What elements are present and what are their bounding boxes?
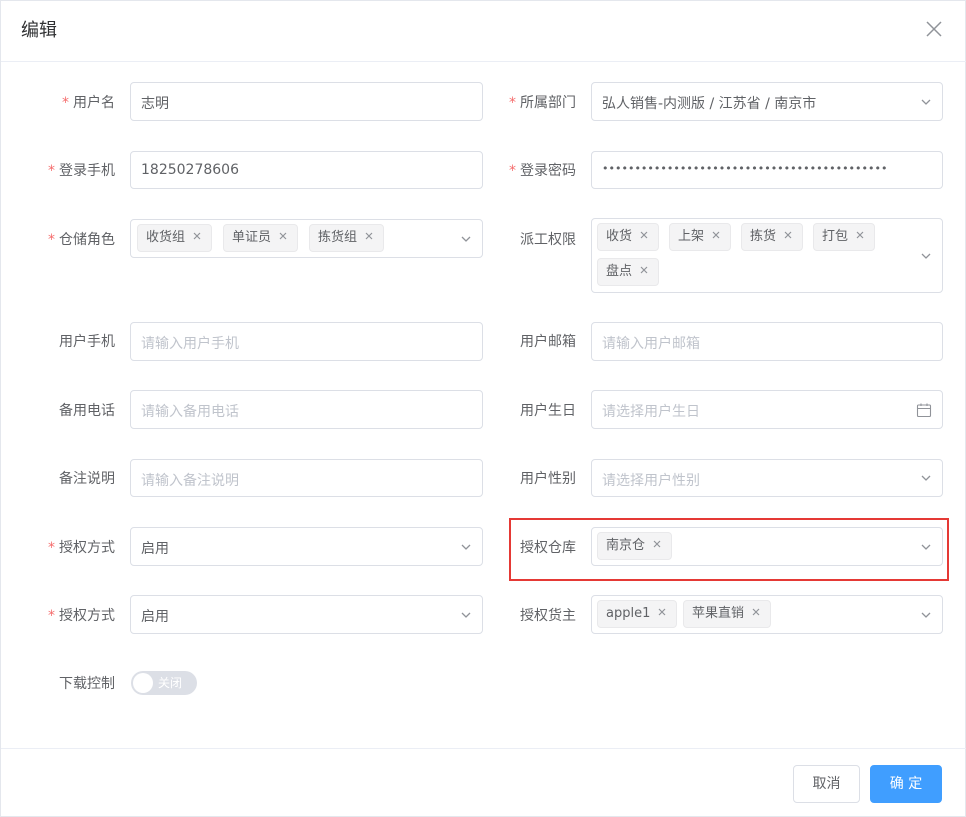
required-asterisk: * (509, 163, 516, 179)
dispatch-permissions-select[interactable]: 收货 上架 拣货 打包 盘点 (591, 218, 943, 293)
auth-mode-select-2[interactable]: 启用 (130, 595, 483, 634)
tag-close-icon[interactable] (710, 229, 722, 241)
tag-close-icon[interactable] (638, 229, 650, 241)
auth-warehouse-label: 授权仓库 (520, 540, 576, 556)
warehouse-tag: 南京仓 (597, 532, 673, 560)
tag-close-icon[interactable] (750, 606, 762, 618)
auth-warehouse-select[interactable]: 南京仓 (591, 527, 943, 566)
switch-text: 关闭 (158, 676, 183, 690)
birthday-picker[interactable]: 请选择用户生日 (591, 390, 943, 429)
calendar-icon (916, 403, 932, 417)
username-input[interactable]: 志明 (130, 82, 483, 121)
tag-close-icon[interactable] (656, 606, 668, 618)
auth-mode-label-2: * 授权方式 (48, 608, 115, 624)
chevron-down-icon (461, 544, 471, 550)
auth-owner-label: 授权货主 (520, 608, 576, 624)
download-control-label: 下载控制 (59, 676, 115, 692)
remark-label: 备注说明 (59, 471, 115, 487)
required-asterisk: * (48, 540, 55, 556)
user-phone-label: 用户手机 (59, 334, 115, 350)
auth-mode-label: * 授权方式 (48, 540, 115, 556)
username-value: 志明 (141, 96, 169, 112)
backup-phone-input[interactable]: 请输入备用电话 (130, 390, 483, 429)
department-label: * 所属部门 (509, 95, 576, 111)
login-password-input[interactable]: ••••••••••••••••••••••••••••••••••••••••… (591, 151, 943, 189)
warehouse-roles-label: * 仓储角色 (48, 232, 115, 248)
chevron-down-icon (921, 475, 931, 481)
department-select[interactable]: 弘人销售-内测版 / 江苏省 / 南京市 (591, 82, 943, 121)
chevron-down-icon (921, 99, 931, 105)
gender-label: 用户性别 (520, 471, 576, 487)
backup-phone-label: 备用电话 (59, 403, 115, 419)
login-phone-label: * 登录手机 (48, 163, 115, 179)
required-asterisk: * (48, 163, 55, 179)
download-control-switch[interactable]: 关闭 (131, 671, 197, 695)
backup-phone-placeholder: 请输入备用电话 (141, 404, 239, 420)
remark-placeholder: 请输入备注说明 (141, 473, 239, 489)
department-value: 弘人销售-内测版 / 江苏省 / 南京市 (602, 96, 817, 112)
edit-dialog: 编辑 * 用户名 志明 * 所属部门 弘人销售-内测版 / 江苏省 / 南京市 * 登… (0, 0, 966, 817)
permission-tag: 打包 (813, 223, 876, 251)
cancel-button[interactable]: 取消 (793, 765, 860, 803)
permission-tag: 拣货 (741, 223, 804, 251)
auth-mode-value-2: 启用 (141, 609, 169, 625)
tag-close-icon[interactable] (277, 230, 289, 242)
tag-close-icon[interactable] (638, 264, 650, 276)
password-dots: ••••••••••••••••••••••••••••••••••••••••… (602, 162, 888, 175)
login-phone-value: 18250278606 (141, 162, 239, 178)
owner-tag: apple1 (597, 600, 678, 628)
dialog-title: 编辑 (21, 20, 57, 41)
user-email-input[interactable]: 请输入用户邮箱 (591, 322, 943, 361)
birthday-placeholder: 请选择用户生日 (602, 404, 700, 420)
permission-tag: 盘点 (597, 258, 660, 286)
role-tag: 收货组 (137, 224, 213, 252)
close-icon[interactable] (922, 17, 946, 41)
auth-owner-select[interactable]: apple1 苹果直销 (591, 595, 943, 634)
switch-knob (133, 673, 153, 693)
tag-close-icon[interactable] (191, 230, 203, 242)
required-asterisk: * (62, 95, 69, 111)
role-tag: 拣货组 (309, 224, 385, 252)
username-label: * 用户名 (62, 95, 115, 111)
user-email-label: 用户邮箱 (520, 334, 576, 350)
auth-mode-select[interactable]: 启用 (130, 527, 483, 566)
gender-placeholder: 请选择用户性别 (602, 473, 700, 489)
chevron-down-icon (921, 253, 931, 259)
permission-tag: 收货 (597, 223, 660, 251)
login-password-label: * 登录密码 (509, 163, 576, 179)
permission-tag: 上架 (669, 223, 732, 251)
role-tag: 单证员 (223, 224, 299, 252)
tag-close-icon[interactable] (363, 230, 375, 242)
chevron-down-icon (921, 612, 931, 618)
chevron-down-icon (921, 544, 931, 550)
user-phone-input[interactable]: 请输入用户手机 (130, 322, 483, 361)
required-asterisk: * (48, 608, 55, 624)
dialog-header: 编辑 (1, 1, 966, 62)
auth-mode-value: 启用 (141, 541, 169, 557)
user-email-placeholder: 请输入用户邮箱 (602, 336, 700, 352)
confirm-button[interactable]: 确 定 (870, 765, 942, 803)
dispatch-permissions-label: 派工权限 (520, 232, 576, 248)
birthday-label: 用户生日 (520, 403, 576, 419)
chevron-down-icon (461, 236, 471, 242)
login-phone-input[interactable]: 18250278606 (130, 151, 483, 189)
gender-select[interactable]: 请选择用户性别 (591, 459, 943, 497)
tag-close-icon[interactable] (651, 538, 663, 550)
tag-close-icon[interactable] (782, 229, 794, 241)
user-phone-placeholder: 请输入用户手机 (141, 336, 239, 352)
chevron-down-icon (461, 612, 471, 618)
remark-input[interactable]: 请输入备注说明 (130, 459, 483, 497)
tag-close-icon[interactable] (854, 229, 866, 241)
required-asterisk: * (48, 232, 55, 248)
required-asterisk: * (509, 95, 516, 111)
warehouse-roles-select[interactable]: 收货组 单证员 拣货组 (130, 219, 483, 258)
owner-tag: 苹果直销 (683, 600, 772, 628)
